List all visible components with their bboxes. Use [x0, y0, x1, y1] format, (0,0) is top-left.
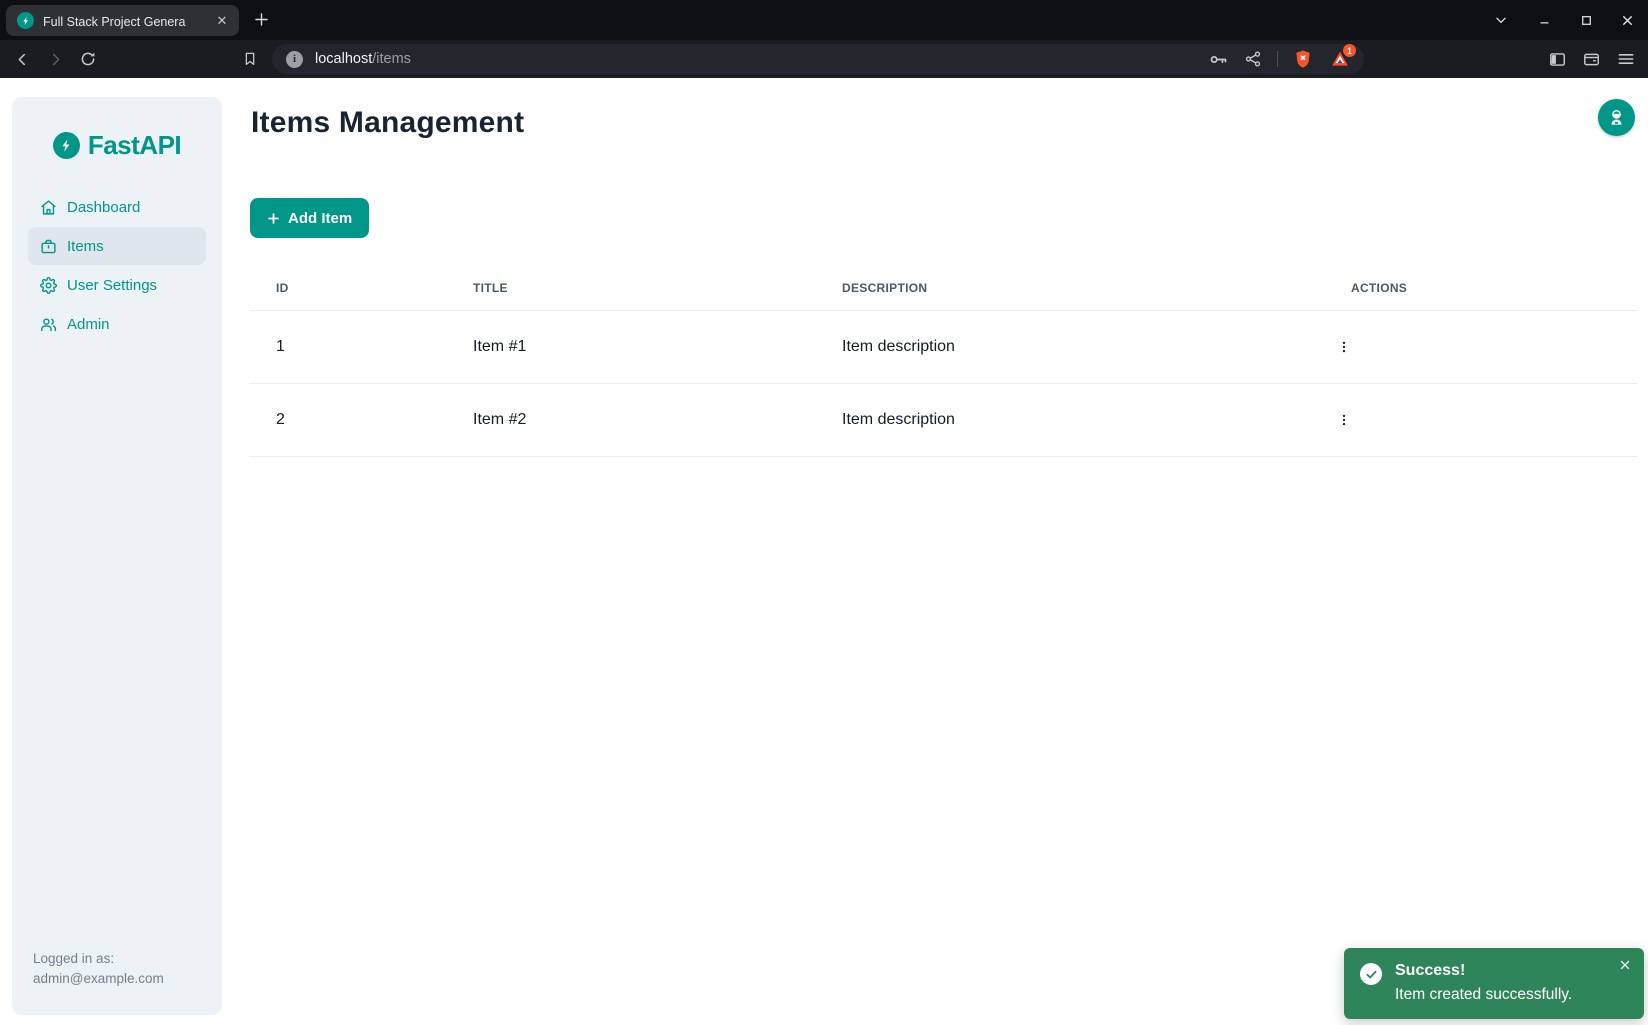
sidebar-item-label: User Settings [67, 277, 157, 294]
sidebar-item-dashboard[interactable]: Dashboard [28, 188, 206, 226]
bookmark-icon[interactable] [238, 47, 262, 71]
toast-message: Item created successfully. [1395, 984, 1572, 1005]
fastapi-favicon-icon [17, 12, 34, 29]
success-toast: Success! Item created successfully. [1344, 948, 1644, 1019]
url-path: /items [372, 51, 411, 67]
kebab-icon [1337, 340, 1351, 354]
close-icon [1619, 959, 1631, 971]
sidebar-item-label: Admin [67, 316, 110, 333]
items-table: ID TITLE DESCRIPTION ACTIONS 1 Item #1 I… [249, 265, 1637, 457]
page-content: FastAPI Dashboard Items User Settings Ad… [0, 78, 1648, 1025]
browser-tab[interactable]: Full Stack Project Genera ✕ [6, 5, 239, 36]
tab-title: Full Stack Project Genera [43, 15, 185, 29]
sidebar-nav: Dashboard Items User Settings Admin [12, 188, 222, 343]
header-title: TITLE [446, 281, 815, 295]
maximize-button[interactable] [1575, 9, 1597, 31]
sidebar-item-items[interactable]: Items [28, 227, 206, 265]
sidebar-item-label: Items [67, 238, 104, 255]
page-title: Items Management [251, 106, 524, 140]
toast-title: Success! [1395, 961, 1572, 981]
url-host: localhost [315, 51, 372, 67]
cell-id: 1 [249, 338, 446, 356]
logged-in-label: Logged in as: [33, 949, 164, 969]
tab-title-wrap: Full Stack Project Genera [43, 13, 209, 29]
reload-button[interactable] [76, 47, 100, 71]
password-key-icon[interactable] [1208, 49, 1229, 70]
kebab-icon [1337, 413, 1351, 427]
close-window-button[interactable] [1616, 9, 1638, 31]
briefcase-icon [40, 238, 57, 255]
cell-title: Item #1 [446, 338, 815, 356]
cell-title: Item #2 [446, 411, 815, 429]
url-divider [1277, 51, 1278, 67]
browser-tab-strip: Full Stack Project Genera ✕ [0, 0, 1648, 40]
row-actions-menu-button[interactable] [1330, 406, 1358, 434]
logged-in-email: admin@example.com [33, 969, 164, 989]
table-header-row: ID TITLE DESCRIPTION ACTIONS [249, 265, 1637, 311]
logged-in-footer: Logged in as: admin@example.com [33, 949, 164, 989]
table-row: 1 Item #1 Item description [249, 311, 1637, 384]
sidebar-item-user-settings[interactable]: User Settings [28, 266, 206, 304]
home-icon [40, 199, 57, 216]
toast-close-button[interactable] [1615, 955, 1635, 975]
share-icon[interactable] [1244, 50, 1262, 68]
plus-icon [267, 212, 280, 225]
brave-shield-icon[interactable] [1293, 49, 1313, 69]
tab-search-chevron-icon[interactable] [1490, 9, 1512, 31]
logo-text: FastAPI [88, 130, 181, 161]
sidebar: FastAPI Dashboard Items User Settings Ad… [12, 97, 222, 1015]
address-bar[interactable]: i localhost/items 1 [272, 44, 1364, 74]
cell-description: Item description [815, 338, 1324, 356]
sidebar-item-label: Dashboard [67, 199, 140, 216]
cell-id: 2 [249, 411, 446, 429]
back-button[interactable] [10, 47, 34, 71]
window-controls [1490, 0, 1638, 40]
cell-description: Item description [815, 411, 1324, 429]
sidebar-toggle-icon[interactable] [1548, 50, 1567, 69]
url-text[interactable]: localhost/items [315, 51, 1208, 67]
row-actions-menu-button[interactable] [1330, 333, 1358, 361]
minimize-button[interactable] [1534, 9, 1556, 31]
fastapi-bolt-icon [53, 132, 80, 159]
add-item-button[interactable]: Add Item [250, 198, 369, 238]
site-info-icon[interactable]: i [286, 51, 303, 68]
new-tab-button[interactable] [252, 10, 271, 34]
gear-icon [40, 277, 57, 294]
sidebar-item-admin[interactable]: Admin [28, 305, 206, 343]
header-id: ID [249, 281, 446, 295]
wallet-icon[interactable] [1582, 50, 1601, 69]
brave-rewards-icon[interactable]: 1 [1328, 47, 1352, 71]
menu-hamburger-icon[interactable] [1616, 49, 1636, 69]
browser-toolbar: i localhost/items 1 [0, 40, 1648, 78]
check-circle-icon [1360, 963, 1382, 985]
users-icon [40, 316, 57, 333]
tab-close-icon[interactable]: ✕ [213, 13, 231, 29]
header-description: DESCRIPTION [815, 281, 1324, 295]
user-menu-button[interactable] [1598, 99, 1635, 136]
rewards-badge: 1 [1343, 44, 1356, 57]
table-row: 2 Item #2 Item description [249, 384, 1637, 457]
app-logo: FastAPI [12, 130, 222, 161]
forward-button [43, 47, 67, 71]
user-astronaut-icon [1607, 108, 1626, 127]
add-item-label: Add Item [288, 210, 352, 227]
header-actions: ACTIONS [1324, 281, 1637, 295]
